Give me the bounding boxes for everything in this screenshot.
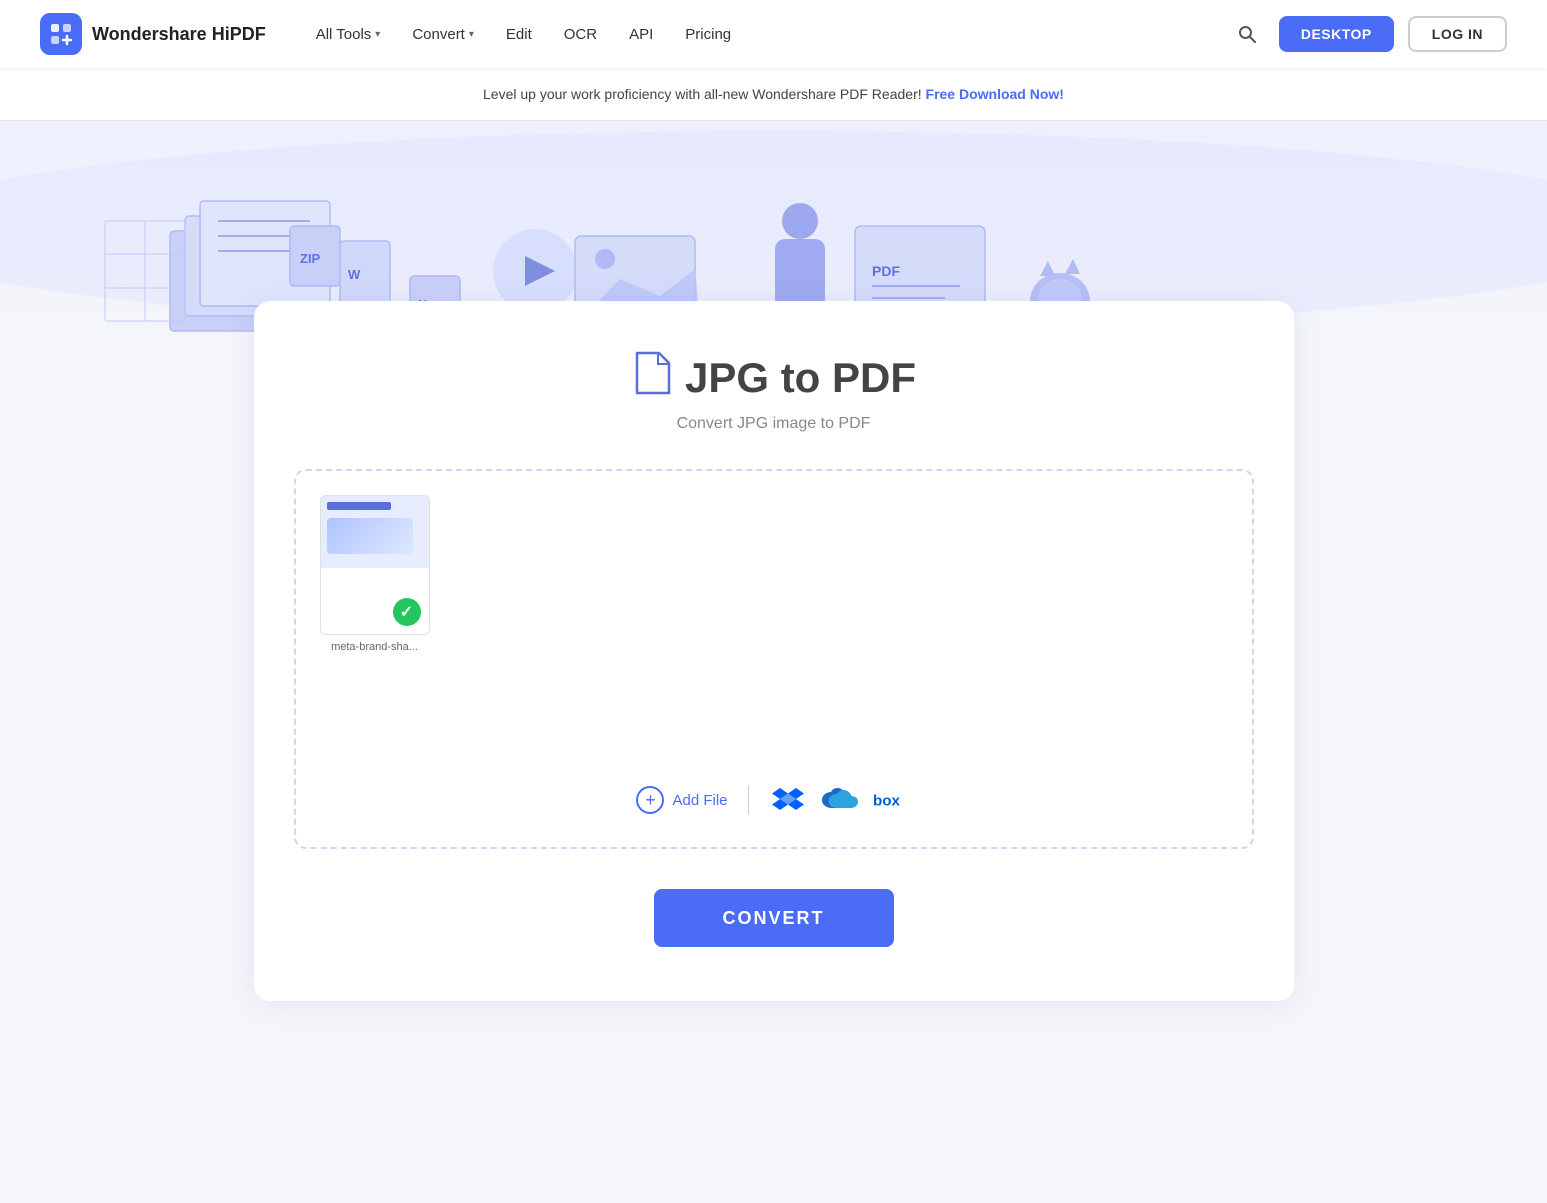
- navbar: Wondershare HiPDF All Tools ▾ Convert ▾ …: [0, 0, 1547, 68]
- file-icon: [631, 351, 671, 405]
- box-button[interactable]: box: [873, 781, 911, 819]
- convert-button[interactable]: CONVERT: [654, 889, 894, 947]
- file-success-icon: ✓: [393, 598, 421, 626]
- add-file-button[interactable]: + Add File: [636, 786, 727, 814]
- svg-text:W: W: [348, 267, 361, 282]
- screenshot-preview: [321, 496, 429, 568]
- nav-menu: All Tools ▾ Convert ▾ Edit OCR API Prici…: [302, 18, 1229, 51]
- chevron-down-icon: ▾: [469, 29, 474, 40]
- logo-icon: [40, 13, 82, 55]
- promo-banner: Level up your work proficiency with all-…: [0, 68, 1547, 121]
- cloud-storage-icons: box: [769, 781, 911, 819]
- converter-title: JPG to PDF: [294, 351, 1254, 405]
- navbar-actions: DESKTOP LOG IN: [1229, 16, 1507, 52]
- login-button[interactable]: LOG IN: [1408, 16, 1507, 52]
- add-file-circle-icon: +: [636, 786, 664, 814]
- upload-area[interactable]: ✓ meta-brand-sha... + Add File: [294, 469, 1254, 849]
- nav-api[interactable]: API: [615, 18, 667, 51]
- upload-bottom-bar: + Add File: [296, 781, 1252, 819]
- brand-name: Wondershare HiPDF: [92, 24, 266, 45]
- dropbox-button[interactable]: [769, 781, 807, 819]
- logo[interactable]: Wondershare HiPDF: [40, 13, 266, 55]
- file-thumbnail: ✓: [320, 495, 430, 635]
- banner-download-link[interactable]: Free Download Now!: [926, 86, 1064, 102]
- converter-title-section: JPG to PDF Convert JPG image to PDF: [294, 351, 1254, 433]
- nav-ocr[interactable]: OCR: [550, 18, 611, 51]
- converter-subtitle: Convert JPG image to PDF: [294, 415, 1254, 433]
- thumbnail-preview: [321, 496, 429, 568]
- convert-button-wrap: CONVERT: [294, 889, 1254, 947]
- onedrive-button[interactable]: [821, 781, 859, 819]
- main-container: JPG to PDF Convert JPG image to PDF ✓ me…: [224, 301, 1324, 1061]
- nav-pricing[interactable]: Pricing: [671, 18, 745, 51]
- divider: [748, 786, 749, 814]
- nav-convert[interactable]: Convert ▾: [398, 18, 488, 51]
- nav-all-tools[interactable]: All Tools ▾: [302, 18, 395, 51]
- file-item: ✓ meta-brand-sha...: [320, 495, 430, 653]
- converter-card: JPG to PDF Convert JPG image to PDF ✓ me…: [254, 301, 1294, 1001]
- svg-text:PDF: PDF: [872, 263, 900, 279]
- desktop-button[interactable]: DESKTOP: [1279, 16, 1394, 52]
- svg-text:ZIP: ZIP: [300, 251, 321, 266]
- chevron-down-icon: ▾: [375, 29, 380, 40]
- svg-text:box: box: [873, 792, 901, 809]
- search-button[interactable]: [1229, 16, 1265, 52]
- nav-edit[interactable]: Edit: [492, 18, 546, 51]
- file-name: meta-brand-sha...: [331, 641, 418, 653]
